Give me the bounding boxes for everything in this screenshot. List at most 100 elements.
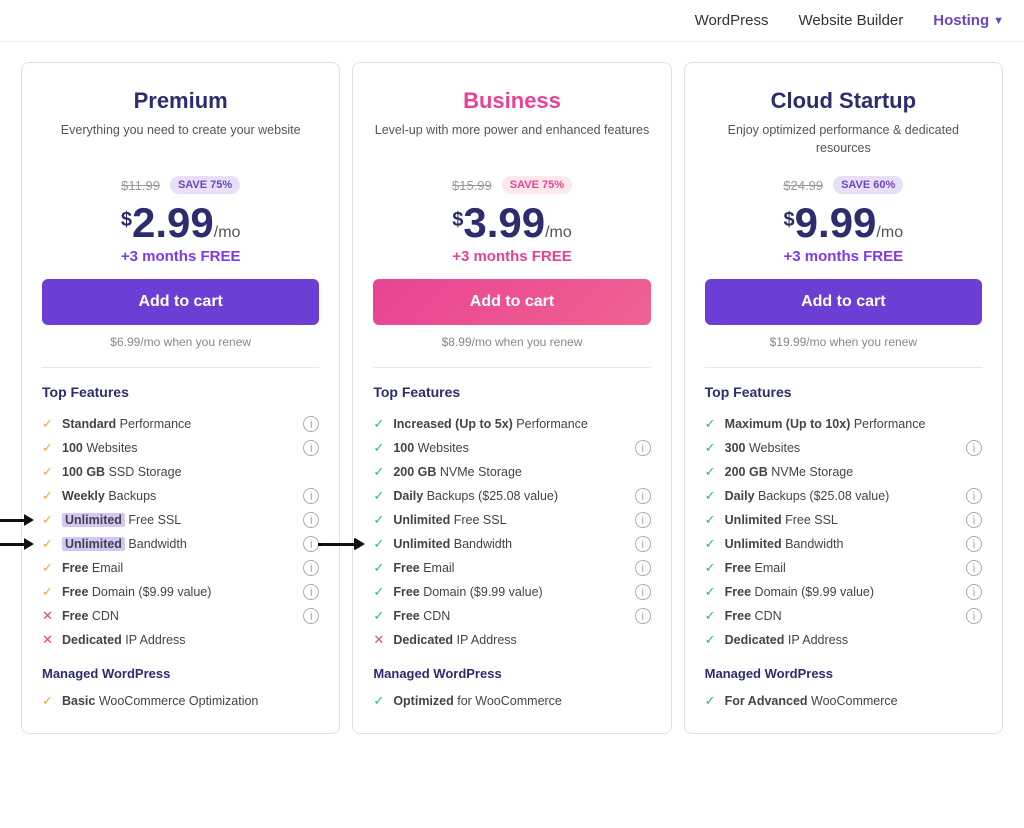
info-icon[interactable]: i [635, 488, 651, 504]
info-icon[interactable]: i [635, 608, 651, 624]
free-months: +3 months FREE [705, 248, 982, 265]
feature-bold: Maximum (Up to 10x) [725, 417, 851, 431]
feature-desc: CDN [420, 609, 451, 623]
info-icon[interactable]: i [303, 512, 319, 528]
check-green-icon: ✓ [705, 584, 719, 600]
feature-item: ✓ Free Email i [373, 556, 650, 580]
feature-item: ✓ Daily Backups ($25.08 value) i [705, 484, 982, 508]
nav-hosting[interactable]: Hosting ▼ [933, 12, 1004, 29]
info-icon[interactable]: i [303, 416, 319, 432]
feature-bold: Unlimited [393, 537, 450, 551]
feature-left: ✓ Free CDN [705, 608, 782, 624]
add-to-cart-button[interactable]: Add to cart [373, 279, 650, 325]
arrow-annotation [0, 538, 34, 550]
check-green-icon: ✓ [373, 584, 387, 600]
feature-desc: NVMe Storage [436, 465, 521, 479]
info-icon[interactable]: i [966, 488, 982, 504]
feature-item: ✓ 100 Websites i [42, 436, 319, 460]
info-icon[interactable]: i [966, 560, 982, 576]
feature-text: Unlimited Free SSL [62, 513, 181, 527]
info-icon[interactable]: i [303, 584, 319, 600]
free-months: +3 months FREE [373, 248, 650, 265]
check-yellow-icon: ✓ [42, 488, 56, 504]
nav-wordpress[interactable]: WordPress [695, 12, 769, 29]
feature-bold: Dedicated [393, 633, 453, 647]
original-price: $24.99 [783, 178, 823, 193]
check-green-icon: ✓ [705, 512, 719, 528]
feature-item: ✓ Daily Backups ($25.08 value) i [373, 484, 650, 508]
add-to-cart-button[interactable]: Add to cart [705, 279, 982, 325]
info-icon[interactable]: i [635, 512, 651, 528]
feature-text: 200 GB NVMe Storage [393, 465, 522, 479]
managed-title: Managed WordPress [42, 666, 319, 681]
check-green-icon: ✓ [705, 560, 719, 576]
feature-text: Standard Performance [62, 417, 191, 431]
feature-bold: Unlimited [62, 513, 125, 527]
info-icon[interactable]: i [635, 584, 651, 600]
feature-item: ✓ Unlimited Bandwidth i [42, 532, 319, 556]
feature-left: ✓ 100 GB SSD Storage [42, 464, 182, 480]
feature-text: Free Email [393, 561, 454, 575]
check-green-icon: ✓ [373, 416, 387, 432]
feature-text: Optimized for WooCommerce [393, 694, 562, 708]
info-icon[interactable]: i [966, 584, 982, 600]
arrow-annotation [321, 538, 365, 550]
x-icon: ✕ [42, 632, 56, 648]
feature-item: ✓ Maximum (Up to 10x) Performance [705, 412, 982, 436]
feature-item: ✓ Free Domain ($9.99 value) i [42, 580, 319, 604]
info-icon[interactable]: i [635, 536, 651, 552]
feature-bold: Free [393, 561, 419, 575]
info-icon[interactable]: i [303, 608, 319, 624]
check-green-icon: ✓ [373, 464, 387, 480]
info-icon[interactable]: i [966, 512, 982, 528]
feature-text: Dedicated IP Address [725, 633, 848, 647]
feature-text: Unlimited Bandwidth [62, 537, 187, 551]
plan-name: Premium [42, 88, 319, 114]
managed-feature-list: ✓ Optimized for WooCommerce [373, 689, 650, 713]
info-icon[interactable]: i [303, 440, 319, 456]
divider [42, 367, 319, 368]
feature-left: ✓ Daily Backups ($25.08 value) [373, 488, 558, 504]
check-green-icon: ✓ [705, 693, 719, 709]
feature-bold: 300 [725, 441, 746, 455]
feature-item: ✓ Unlimited Free SSL i [705, 508, 982, 532]
check-green-icon: ✓ [705, 416, 719, 432]
check-yellow-icon: ✓ [42, 584, 56, 600]
nav-website-builder[interactable]: Website Builder [799, 12, 904, 29]
feature-bold: 100 [393, 441, 414, 455]
feature-bold: Unlimited [725, 537, 782, 551]
info-icon[interactable]: i [966, 440, 982, 456]
feature-bold: 200 GB [725, 465, 768, 479]
check-green-icon: ✓ [373, 608, 387, 624]
feature-desc: Websites [414, 441, 469, 455]
feature-left: ✓ Weekly Backups [42, 488, 156, 504]
feature-text: 100 GB SSD Storage [62, 465, 182, 479]
feature-text: Free CDN [725, 609, 782, 623]
info-icon[interactable]: i [635, 560, 651, 576]
feature-desc: Bandwidth [782, 537, 844, 551]
plan-desc: Enjoy optimized performance & dedicated … [705, 122, 982, 158]
info-icon[interactable]: i [635, 440, 651, 456]
plan-card-cloud-startup: Cloud Startup Enjoy optimized performanc… [684, 62, 1003, 734]
price-row: $24.99 SAVE 60% [705, 176, 982, 194]
plan-card-premium: Premium Everything you need to create yo… [21, 62, 340, 734]
check-green-icon: ✓ [373, 512, 387, 528]
info-icon[interactable]: i [966, 608, 982, 624]
info-icon[interactable]: i [303, 488, 319, 504]
feature-desc: Websites [746, 441, 801, 455]
info-icon[interactable]: i [303, 536, 319, 552]
feature-text: Unlimited Free SSL [725, 513, 838, 527]
feature-desc: Performance [513, 417, 588, 431]
info-icon[interactable]: i [966, 536, 982, 552]
feature-left: ✓ Free Email [705, 560, 786, 576]
feature-left: ✕ Dedicated IP Address [42, 632, 185, 648]
feature-text: Free Email [62, 561, 123, 575]
feature-item: ✓ Increased (Up to 5x) Performance [373, 412, 650, 436]
feature-desc: Email [88, 561, 123, 575]
info-icon[interactable]: i [303, 560, 319, 576]
feature-desc: Free SSL [782, 513, 838, 527]
feature-left: ✓ For Advanced WooCommerce [705, 693, 898, 709]
add-to-cart-button[interactable]: Add to cart [42, 279, 319, 325]
feature-text: Free Domain ($9.99 value) [62, 585, 211, 599]
feature-desc: CDN [88, 609, 119, 623]
